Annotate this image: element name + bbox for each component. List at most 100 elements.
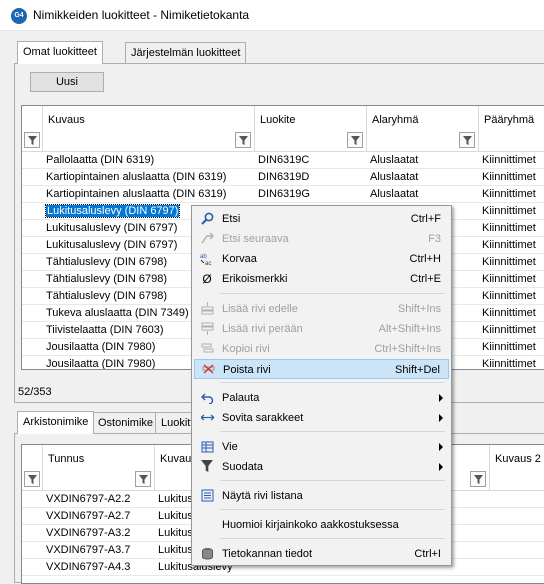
table-cell[interactable]: Kiinnittimet bbox=[479, 288, 544, 305]
menu-separator bbox=[220, 293, 445, 294]
cell-text: Kiinnittimet bbox=[482, 222, 536, 234]
menu-item-korvaa[interactable]: ab ac Korvaa Ctrl+H bbox=[194, 249, 449, 269]
menu-item-label: Huomioi kirjainkoko aakkostuksessa bbox=[222, 519, 399, 531]
menu-item-erikoismerkki[interactable]: Ø Erikoismerkki Ctrl+E bbox=[194, 269, 449, 289]
cell-text: Lukitusaluslevy (DIN 6797) bbox=[46, 239, 178, 251]
cell-text: DIN6319D bbox=[258, 171, 310, 183]
table-cell[interactable]: Aluslaatat bbox=[367, 186, 479, 203]
menu-item-label: Etsi bbox=[222, 213, 241, 225]
table-cell[interactable]: Kartiopintainen aluslaatta (DIN 6319) bbox=[43, 186, 255, 203]
svg-text:ab: ab bbox=[200, 254, 207, 260]
table-row[interactable]: Pallolaatta (DIN 6319) DIN6319C Aluslaatat… bbox=[22, 152, 544, 169]
table-cell[interactable]: DIN6319C bbox=[255, 152, 367, 169]
insert-row-above-icon bbox=[200, 302, 214, 316]
menu-item-näytä-rivi-listana[interactable]: Näytä rivi listana bbox=[194, 486, 449, 506]
menu-item-sovita-sarakkeet[interactable]: Sovita sarakkeet bbox=[194, 408, 449, 428]
menu-item-lisää-rivi-edelle: Lisää rivi edelle Shift+Ins bbox=[194, 299, 449, 319]
menu-item-label: Poista rivi bbox=[223, 364, 271, 376]
menu-item-poista-rivi[interactable]: Poista rivi Shift+Del bbox=[194, 359, 449, 379]
table-cell[interactable]: Kiinnittimet bbox=[479, 237, 544, 254]
table-cell[interactable]: Kiinnittimet bbox=[479, 254, 544, 271]
menu-item-label: Palauta bbox=[222, 392, 260, 404]
menu-separator bbox=[220, 538, 445, 539]
menu-item-palauta[interactable]: Palauta bbox=[194, 388, 449, 408]
table-cell[interactable]: Kiinnittimet bbox=[479, 152, 544, 169]
table-cell[interactable]: VXDIN6797-A4.3 bbox=[43, 559, 155, 576]
cell-text: Tukeva aluslaatta (DIN 7349) bbox=[46, 307, 189, 319]
row-header-corner bbox=[22, 445, 43, 491]
column-filter-icon[interactable] bbox=[235, 132, 251, 148]
table-cell[interactable]: Kiinnittimet bbox=[479, 356, 544, 369]
table-row[interactable]: Kartiopintainen aluslaatta (DIN 6319) DIN… bbox=[22, 169, 544, 186]
filter-icon[interactable] bbox=[24, 132, 40, 148]
table-cell[interactable]: DIN6319G bbox=[255, 186, 367, 203]
svg-text:ac: ac bbox=[205, 261, 211, 266]
menu-separator bbox=[220, 480, 445, 481]
table-cell[interactable]: DIN6319D bbox=[255, 169, 367, 186]
cell-text: Kiinnittimet bbox=[482, 307, 536, 319]
table-cell[interactable]: Kiinnittimet bbox=[479, 203, 544, 220]
column-filter-icon[interactable] bbox=[470, 471, 486, 487]
column-filter-icon[interactable] bbox=[347, 132, 363, 148]
menu-item-tietokannan-tiedot[interactable]: Tietokannan tiedot Ctrl+I bbox=[194, 544, 449, 564]
table-cell[interactable]: Kiinnittimet bbox=[479, 305, 544, 322]
column-filter-icon[interactable] bbox=[459, 132, 475, 148]
menu-item-huomioi-kirjainkoko-aakkostuksessa[interactable]: Huomioi kirjainkoko aakkostuksessa bbox=[194, 515, 449, 535]
table-cell[interactable]: Kiinnittimet bbox=[479, 169, 544, 186]
cell-text: DIN6319G bbox=[258, 188, 310, 200]
submenu-arrow-icon bbox=[439, 394, 443, 402]
menu-item-label: Kopioi rivi bbox=[222, 343, 270, 355]
cell-text: Kiinnittimet bbox=[482, 273, 536, 285]
column-header-tunnus[interactable]: Tunnus bbox=[43, 445, 155, 491]
table-cell[interactable]: Kiinnittimet bbox=[479, 339, 544, 356]
menu-item-shortcut: Alt+Shift+Ins bbox=[378, 323, 441, 335]
menu-item-label: Sovita sarakkeet bbox=[222, 412, 304, 424]
tab-own-classifications[interactable]: Omat luokitteet bbox=[17, 41, 103, 64]
menu-item-label: Vie bbox=[222, 441, 238, 453]
table-cell[interactable]: Aluslaatat bbox=[367, 169, 479, 186]
table-cell[interactable]: Kiinnittimet bbox=[479, 220, 544, 237]
filter-icon[interactable] bbox=[24, 471, 40, 487]
menu-separator bbox=[220, 431, 445, 432]
column-filter-icon[interactable] bbox=[135, 471, 151, 487]
tab-purchase-item[interactable]: Ostonimike bbox=[92, 412, 160, 434]
menu-item-shortcut: Shift+Del bbox=[395, 364, 440, 376]
cell-text: Kiinnittimet bbox=[482, 154, 536, 166]
table-cell[interactable]: VXDIN6797-A3.2 bbox=[43, 525, 155, 542]
table-row[interactable]: Kartiopintainen aluslaatta (DIN 6319) DIN… bbox=[22, 186, 544, 203]
copy-row-icon bbox=[200, 342, 214, 356]
menu-item-kopioi-rivi: Kopioi rivi Ctrl+Shift+Ins bbox=[194, 339, 449, 359]
column-header-paaryhma[interactable]: Pääryhmä bbox=[479, 106, 544, 152]
column-header-kuvaus[interactable]: Kuvaus bbox=[43, 106, 255, 152]
cell-text: Tiivistelaatta (DIN 7603) bbox=[46, 324, 164, 336]
info-icon bbox=[200, 547, 214, 561]
menu-item-shortcut: F3 bbox=[428, 233, 441, 245]
column-header-kuvaus2[interactable]: Kuvaus 2 bbox=[490, 445, 544, 491]
cell-text: Aluslaatat bbox=[370, 188, 419, 200]
menu-item-vie[interactable]: Vie bbox=[194, 437, 449, 457]
table-cell[interactable]: Kiinnittimet bbox=[479, 186, 544, 203]
list-view-icon bbox=[200, 489, 214, 503]
table-cell[interactable]: Kartiopintainen aluslaatta (DIN 6319) bbox=[43, 169, 255, 186]
table-cell[interactable]: Kiinnittimet bbox=[479, 322, 544, 339]
table-cell[interactable]: VXDIN6797-A3.7 bbox=[43, 542, 155, 559]
undo-icon bbox=[200, 391, 214, 405]
menu-item-etsi[interactable]: Etsi Ctrl+F bbox=[194, 209, 449, 229]
tab-archive-item[interactable]: Arkistonimike bbox=[17, 411, 95, 434]
table-cell[interactable]: Kiinnittimet bbox=[479, 271, 544, 288]
cell-text: Tähtialuslevy (DIN 6798) bbox=[46, 290, 168, 302]
cell-text: Pallolaatta (DIN 6319) bbox=[46, 154, 155, 166]
table-cell[interactable]: Pallolaatta (DIN 6319) bbox=[43, 152, 255, 169]
menu-item-suodata[interactable]: Suodata bbox=[194, 457, 449, 477]
table-cell[interactable]: Aluslaatat bbox=[367, 152, 479, 169]
cell-text: Kiinnittimet bbox=[482, 256, 536, 268]
new-button[interactable]: Uusi bbox=[30, 72, 104, 92]
submenu-arrow-icon bbox=[439, 463, 443, 471]
table-cell[interactable]: VXDIN6797-A2.7 bbox=[43, 508, 155, 525]
menu-item-label: Suodata bbox=[222, 461, 263, 473]
menu-item-shortcut: Ctrl+F bbox=[410, 213, 441, 225]
table-cell[interactable]: VXDIN6797-A2.2 bbox=[43, 491, 155, 508]
column-header-alaryhma[interactable]: Alaryhmä bbox=[367, 106, 479, 152]
tab-system-classifications[interactable]: Järjestelmän luokitteet bbox=[125, 42, 247, 64]
column-header-luokite[interactable]: Luokite bbox=[255, 106, 367, 152]
